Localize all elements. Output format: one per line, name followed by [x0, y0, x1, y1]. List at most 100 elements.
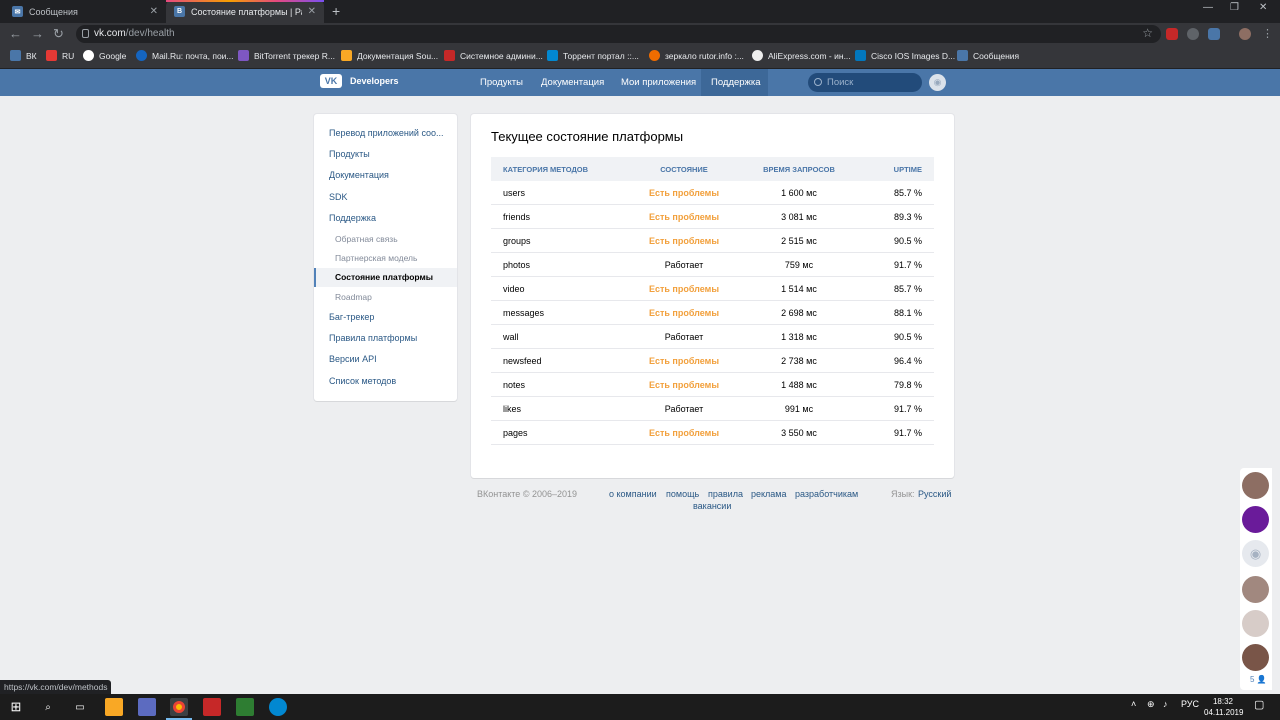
table-row: users Есть проблемы 1 600 мс 85.7 %: [491, 181, 934, 205]
camera-avatar-icon[interactable]: ◉: [929, 74, 946, 91]
windows-start-icon[interactable]: ⊞: [7, 698, 25, 716]
footer-link-about[interactable]: о компании: [609, 489, 657, 499]
bookmark-item[interactable]: Сообщения: [957, 50, 1019, 61]
menu-item-platform-rules[interactable]: Правила платформы: [329, 333, 417, 343]
chat-avatar[interactable]: [1242, 644, 1269, 671]
footer-language-value[interactable]: Русский: [918, 489, 951, 499]
network-icon[interactable]: ⊕: [1147, 699, 1155, 710]
bookmark-item[interactable]: ВК: [10, 50, 37, 61]
footer-link-jobs[interactable]: вакансии: [693, 501, 731, 511]
chat-avatar[interactable]: [1242, 576, 1269, 603]
extension-icon[interactable]: [1166, 28, 1178, 40]
uptime-cell: 96.4 %: [893, 356, 922, 366]
category-cell: friends: [503, 212, 531, 222]
pdf-reader-icon[interactable]: [203, 698, 221, 716]
tab-title: Сообщения: [29, 6, 78, 17]
nav-documentation[interactable]: Документация: [531, 69, 614, 96]
close-tab-icon[interactable]: ✕: [150, 6, 158, 17]
globe-extension-icon[interactable]: [1187, 28, 1199, 40]
status-cell: Работает: [664, 260, 704, 270]
bookmark-item[interactable]: RU: [46, 50, 74, 61]
close-window-icon[interactable]: ✕: [1259, 2, 1267, 13]
uptime-cell: 85.7 %: [893, 284, 922, 294]
search-input[interactable]: Поиск: [808, 73, 922, 92]
task-view-icon[interactable]: ▭: [71, 698, 89, 716]
menu-item-products[interactable]: Продукты: [329, 149, 370, 159]
browser-tab-health[interactable]: В Состояние платформы | Разработ ✕: [166, 0, 324, 23]
status-bar-url: https://vk.com/dev/methods: [0, 680, 112, 694]
nav-support[interactable]: Поддержка: [701, 69, 768, 96]
status-cell: Есть проблемы: [648, 284, 720, 294]
bookmark-item[interactable]: BitTorrent трекер R...: [238, 50, 335, 61]
status-cell: Есть проблемы: [648, 428, 720, 438]
footer-link-ads[interactable]: реклама: [751, 489, 787, 499]
menu-item-sdk[interactable]: SDK: [329, 192, 348, 202]
bookmark-item[interactable]: зеркало rutor.info :...: [649, 50, 744, 61]
chat-avatar[interactable]: [1242, 506, 1269, 533]
footer-link-help[interactable]: помощь: [666, 489, 699, 499]
volume-icon[interactable]: ♪: [1163, 699, 1168, 709]
aliexpress-icon: [752, 50, 763, 61]
table-header: КАТЕГОРИЯ МЕТОДОВ СОСТОЯНИЕ ВРЕМЯ ЗАПРОС…: [491, 157, 934, 181]
bookmark-item[interactable]: Cisco IOS Images D...: [855, 50, 955, 61]
menu-item-partner-model[interactable]: Партнерская модель: [335, 253, 417, 263]
restore-icon[interactable]: ❐: [1230, 2, 1239, 13]
nav-my-apps[interactable]: Мои приложения: [611, 69, 706, 96]
menu-item-documentation[interactable]: Документация: [329, 170, 389, 180]
menu-item-api-versions[interactable]: Версии API: [329, 354, 377, 364]
chat-avatar[interactable]: [1242, 472, 1269, 499]
google-icon: [83, 50, 94, 61]
menu-item-support[interactable]: Поддержка: [329, 213, 376, 223]
uptime-cell: 90.5 %: [893, 332, 922, 342]
bookmark-star-icon[interactable]: ☆: [1142, 26, 1153, 40]
browser-tab-messages[interactable]: ✉ Сообщения ✕: [4, 0, 166, 23]
profile-avatar-icon[interactable]: [1239, 28, 1251, 40]
category-cell: likes: [503, 404, 522, 414]
camera-icon[interactable]: ◉: [1242, 540, 1269, 567]
menu-item-roadmap[interactable]: Roadmap: [335, 292, 372, 302]
reload-icon[interactable]: ↻: [53, 26, 64, 42]
menu-item-methods-list[interactable]: Список методов: [329, 376, 396, 386]
search-icon[interactable]: ⌕: [39, 698, 57, 716]
search-icon: [814, 78, 822, 86]
clock[interactable]: 18:32 04.11.2019: [1204, 696, 1243, 718]
bookmark-item[interactable]: Системное админи...: [444, 50, 543, 61]
menu-item-translation[interactable]: Перевод приложений соо...: [329, 128, 444, 138]
bookmark-item[interactable]: Документация Sou...: [341, 50, 438, 61]
table-row: wall Работает 1 318 мс 90.5 %: [491, 325, 934, 349]
bookmark-item[interactable]: AliExpress.com - ин...: [752, 50, 851, 61]
chat-avatar[interactable]: [1242, 610, 1269, 637]
chat-count[interactable]: 5 👤: [1250, 675, 1267, 684]
menu-item-feedback[interactable]: Обратная связь: [335, 234, 398, 244]
bookmark-item[interactable]: Торрент портал ::...: [547, 50, 639, 61]
forward-icon[interactable]: →: [31, 26, 44, 41]
left-menu: Перевод приложений соо... Продукты Докум…: [314, 114, 457, 401]
minimize-icon[interactable]: —: [1203, 2, 1213, 13]
torrent-portal-icon: [547, 50, 558, 61]
address-bar[interactable]: vk.com/dev/health ☆: [76, 25, 1161, 43]
footer-link-developers[interactable]: разработчикам: [795, 489, 858, 499]
new-tab-icon[interactable]: +: [332, 3, 340, 19]
chrome-icon[interactable]: [166, 698, 192, 720]
back-icon[interactable]: ←: [9, 26, 22, 41]
tray-chevron-icon[interactable]: ˄: [1131, 699, 1136, 709]
vk-developers-logo[interactable]: VK Developers: [320, 74, 399, 88]
menu-item-platform-health[interactable]: Состояние платформы: [335, 272, 433, 282]
menu-item-bug-tracker[interactable]: Баг-трекер: [329, 312, 374, 322]
nav-products[interactable]: Продукты: [470, 69, 533, 96]
bookmark-item[interactable]: Mail.Ru: почта, пои...: [136, 50, 234, 61]
vk-favicon-icon: В: [174, 6, 185, 17]
menu-dots-icon[interactable]: ⋮: [1262, 27, 1273, 40]
close-tab-icon[interactable]: ✕: [308, 6, 316, 17]
footer-link-rules[interactable]: правила: [708, 489, 743, 499]
request-time-cell: 2 738 мс: [781, 356, 817, 366]
translate-extension-icon[interactable]: [1208, 28, 1220, 40]
file-explorer-icon[interactable]: [105, 698, 123, 716]
notifications-icon[interactable]: ▢: [1254, 698, 1264, 711]
pycharm-icon[interactable]: [236, 698, 254, 716]
torrent-icon: [238, 50, 249, 61]
app-icon[interactable]: [138, 698, 156, 716]
bookmark-item[interactable]: Google: [83, 50, 126, 61]
telegram-icon[interactable]: [269, 698, 287, 716]
input-language[interactable]: РУС: [1181, 699, 1199, 709]
